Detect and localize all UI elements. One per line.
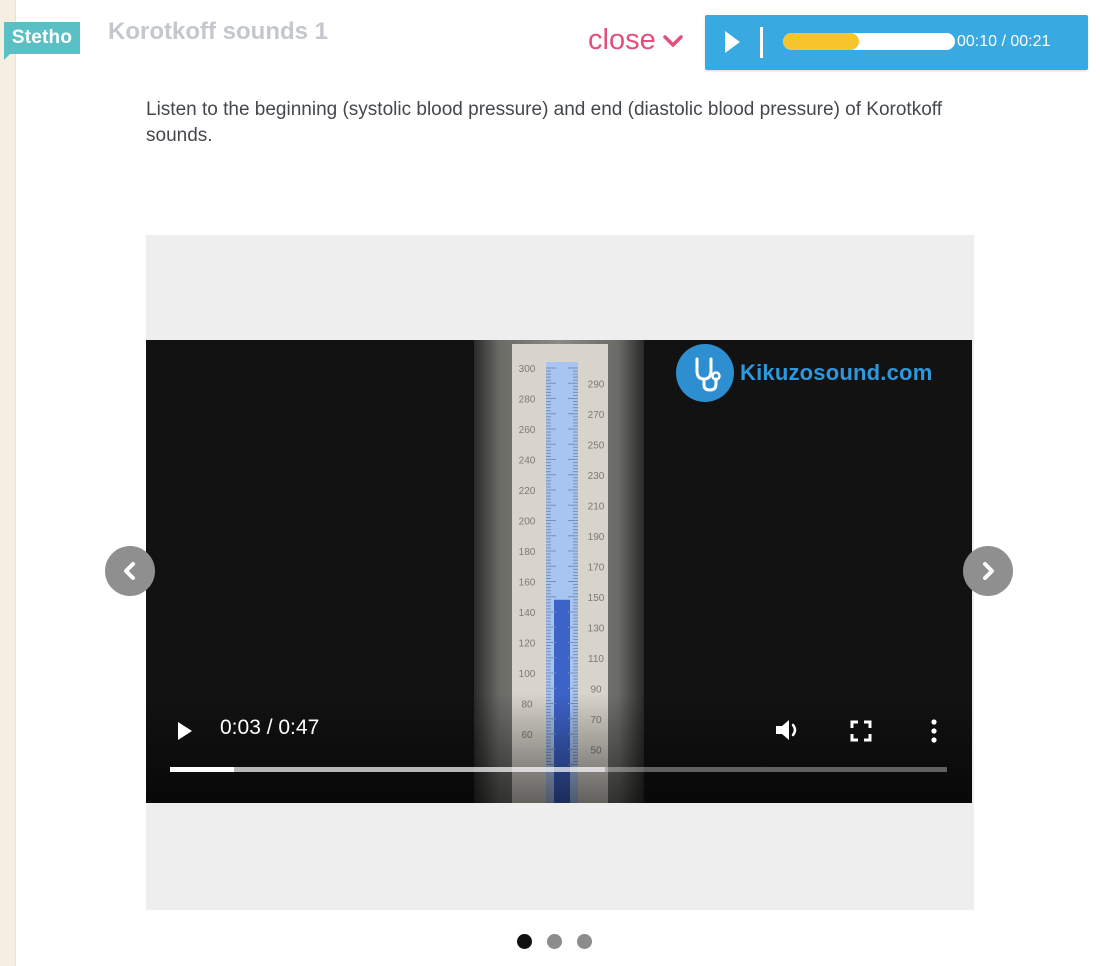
chevron-right-icon bbox=[983, 562, 994, 580]
gauge-scale-label: 240 bbox=[519, 456, 536, 467]
stetho-badge: Stetho bbox=[4, 22, 80, 54]
gauge-scale-label: 130 bbox=[588, 623, 605, 634]
gauge-scale-label: 110 bbox=[588, 654, 604, 665]
gauge-scale-label: 140 bbox=[519, 608, 536, 619]
gauge-scale-label: 250 bbox=[588, 440, 605, 451]
audio-divider bbox=[760, 27, 763, 58]
page-title: Korotkoff sounds 1 bbox=[108, 18, 328, 45]
previous-slide-button[interactable] bbox=[105, 546, 155, 596]
page-edge bbox=[0, 0, 16, 966]
gauge-scale-label: 270 bbox=[588, 410, 605, 421]
gauge-scale-label: 220 bbox=[519, 486, 536, 497]
carousel-dot[interactable] bbox=[577, 934, 592, 949]
gauge-scale-label: 210 bbox=[588, 501, 605, 512]
audio-play-button[interactable] bbox=[725, 31, 740, 53]
more-options-icon[interactable] bbox=[929, 718, 939, 744]
video-player[interactable]: 3002802602402202001801601401201008060 29… bbox=[146, 340, 972, 803]
video-controls-overlay bbox=[146, 693, 972, 803]
kikuzosound-logo: Kikuzosound.com bbox=[676, 344, 932, 402]
gauge-scale-label: 120 bbox=[519, 639, 536, 650]
video-progress bbox=[170, 767, 235, 772]
carousel-dot[interactable] bbox=[547, 934, 562, 949]
logo-text: Kikuzosound.com bbox=[740, 360, 933, 385]
badge-tail bbox=[4, 54, 10, 60]
gauge-scale-label: 190 bbox=[588, 532, 605, 543]
stethoscope-icon bbox=[676, 344, 734, 402]
audio-player: 00:10 / 00:21 bbox=[705, 15, 1088, 70]
audio-progress-track[interactable] bbox=[783, 33, 955, 50]
close-button[interactable]: close bbox=[588, 24, 684, 57]
gauge-scale-label: 180 bbox=[519, 547, 536, 558]
close-label: close bbox=[588, 24, 656, 56]
fullscreen-icon[interactable] bbox=[850, 720, 872, 742]
carousel-dot[interactable] bbox=[517, 934, 532, 949]
chevron-left-icon bbox=[124, 562, 135, 580]
audio-progress-fill bbox=[783, 33, 859, 50]
chevron-down-icon bbox=[662, 34, 683, 47]
gauge-scale-label: 160 bbox=[519, 578, 536, 589]
audio-time: 00:10 / 00:21 bbox=[957, 33, 1051, 50]
video-buffered bbox=[170, 767, 606, 772]
video-progress-bar[interactable] bbox=[170, 767, 947, 772]
gauge-scale-label: 290 bbox=[588, 379, 605, 390]
gauge-scale-label: 300 bbox=[519, 364, 536, 375]
gauge-scale-label: 260 bbox=[519, 425, 536, 436]
video-play-button[interactable] bbox=[178, 722, 192, 740]
gauge-scale-label: 200 bbox=[519, 517, 536, 528]
gauge-scale-label: 230 bbox=[588, 471, 605, 482]
instruction-text: Listen to the beginning (systolic blood … bbox=[146, 99, 942, 146]
video-time: 0:03 / 0:47 bbox=[220, 716, 320, 739]
gauge-scale-label: 280 bbox=[519, 395, 536, 406]
next-slide-button[interactable] bbox=[963, 546, 1013, 596]
gauge-scale-label: 170 bbox=[588, 562, 605, 573]
gauge-scale-label: 150 bbox=[588, 593, 605, 604]
volume-icon[interactable] bbox=[774, 718, 802, 742]
gauge-scale-label: 100 bbox=[519, 669, 536, 680]
carousel-dots bbox=[517, 934, 592, 949]
